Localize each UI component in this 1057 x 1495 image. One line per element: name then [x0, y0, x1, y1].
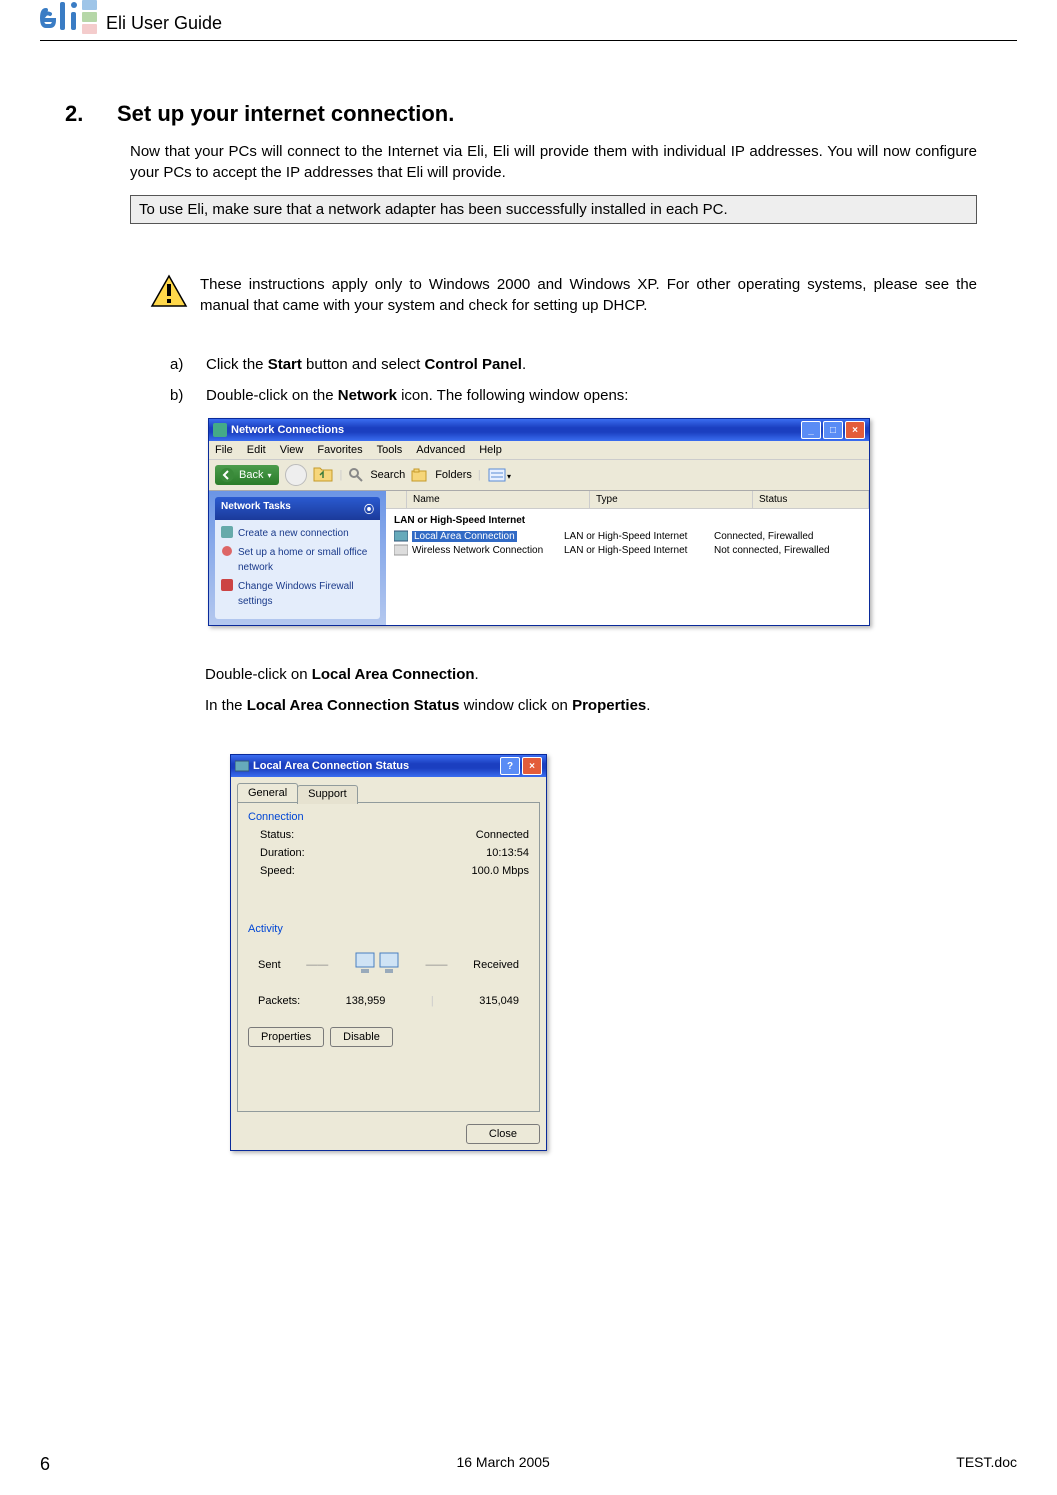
back-button[interactable]: Back ▾	[215, 465, 279, 485]
col-status[interactable]: Status	[753, 491, 869, 508]
post-text-2: In the Local Area Connection Status wind…	[205, 697, 1017, 714]
tab-general[interactable]: General	[237, 783, 298, 802]
activity-group-label: Activity	[248, 923, 529, 935]
close-button[interactable]: ×	[845, 421, 865, 439]
screenshot-lac-status: Local Area Connection Status ? × General…	[230, 754, 1017, 1151]
activity-computers-icon	[354, 947, 400, 983]
screenshot-network-connections: Network Connections _ □ × File Edit View…	[208, 418, 1017, 626]
lan-icon	[394, 530, 408, 542]
group-label: LAN or High-Speed Internet	[386, 509, 869, 530]
folders-button[interactable]: Folders	[435, 469, 472, 481]
doc-header: Eli User Guide	[40, 0, 1017, 41]
note-box: To use Eli, make sure that a network ada…	[130, 195, 977, 224]
connection-row[interactable]: Wireless Network Connection LAN or High-…	[394, 544, 861, 556]
warning-row: These instructions apply only to Windows…	[150, 274, 977, 316]
section-heading: 2. Set up your internet connection.	[65, 101, 1017, 127]
tasks-sidepane: Network Tasks ⦿ Create a new connection …	[209, 491, 386, 625]
sent-label: Sent	[258, 959, 281, 971]
tab-bar: General Support	[231, 777, 546, 802]
menu-edit[interactable]: Edit	[247, 444, 266, 456]
warning-text: These instructions apply only to Windows…	[200, 274, 977, 316]
menu-file[interactable]: File	[215, 444, 233, 456]
menu-tools[interactable]: Tools	[377, 444, 403, 456]
properties-button[interactable]: Properties	[248, 1027, 324, 1047]
minimize-button[interactable]: _	[801, 421, 821, 439]
packets-sent: 138,959	[346, 995, 386, 1007]
titlebar[interactable]: Network Connections _ □ ×	[209, 419, 869, 441]
post-text-1: Double-click on Local Area Connection.	[205, 666, 1017, 683]
dialog-body: Connection Status: Connected Duration: 10:…	[237, 802, 540, 1112]
received-label: Received	[473, 959, 519, 971]
footer-filename: TEST.doc	[956, 1454, 1017, 1475]
menu-help[interactable]: Help	[479, 444, 502, 456]
step-a: a) Click the Start button and select Con…	[170, 356, 977, 373]
step-letter: b)	[170, 387, 206, 404]
up-button[interactable]	[313, 465, 333, 486]
col-name[interactable]: Name	[407, 491, 590, 508]
menubar: File Edit View Favorites Tools Advanced …	[209, 441, 869, 460]
disable-button[interactable]: Disable	[330, 1027, 393, 1047]
toolbar: Back ▾ | Search Folders | ▾	[209, 460, 869, 491]
page-number: 6	[40, 1454, 50, 1475]
dialog-title: Local Area Connection Status	[253, 760, 409, 772]
task-create-connection[interactable]: Create a new connection	[221, 526, 374, 541]
column-headers: Name Type Status	[386, 491, 869, 509]
collapse-icon: ⦿	[364, 501, 374, 516]
close-dialog-button[interactable]: Close	[466, 1124, 540, 1144]
dialog-icon	[235, 759, 249, 773]
help-button[interactable]: ?	[500, 757, 520, 775]
wifi-icon	[394, 544, 408, 556]
warning-icon	[150, 274, 188, 316]
duration-value: 10:13:54	[486, 847, 529, 859]
tab-support[interactable]: Support	[297, 785, 358, 804]
section-title: Set up your internet connection.	[117, 101, 454, 127]
up-folder-icon	[313, 465, 333, 483]
svg-text:▾: ▾	[507, 472, 511, 481]
task-firewall-settings[interactable]: Change Windows Firewall settings	[221, 579, 374, 609]
search-button[interactable]: Search	[370, 469, 405, 481]
menu-view[interactable]: View	[280, 444, 304, 456]
status-label: Status:	[260, 829, 294, 841]
folders-icon	[411, 467, 429, 483]
window-icon	[213, 423, 227, 437]
sidepane-header[interactable]: Network Tasks ⦿	[215, 497, 380, 520]
menu-advanced[interactable]: Advanced	[416, 444, 465, 456]
connection-row[interactable]: Local Area Connection LAN or High-Speed …	[394, 530, 861, 542]
speed-label: Speed:	[260, 865, 295, 877]
speed-value: 100.0 Mbps	[472, 865, 529, 877]
menu-favorites[interactable]: Favorites	[317, 444, 362, 456]
step-body: Click the Start button and select Contro…	[206, 356, 977, 373]
window-title: Network Connections	[231, 424, 344, 436]
page-footer: 6 16 March 2005 TEST.doc	[40, 1454, 1017, 1475]
eli-logo	[40, 0, 98, 36]
doc-title: Eli User Guide	[106, 13, 222, 34]
dialog-titlebar[interactable]: Local Area Connection Status ? ×	[231, 755, 546, 777]
section-number: 2.	[65, 101, 117, 127]
task-setup-network[interactable]: Set up a home or small office network	[221, 545, 374, 575]
intro-paragraph: Now that your PCs will connect to the In…	[130, 141, 977, 183]
packets-received: 315,049	[479, 995, 519, 1007]
forward-button[interactable]	[285, 464, 307, 486]
network-connections-window: Network Connections _ □ × File Edit View…	[208, 418, 870, 626]
duration-label: Duration:	[260, 847, 305, 859]
lac-status-dialog: Local Area Connection Status ? × General…	[230, 754, 547, 1151]
footer-date: 16 March 2005	[456, 1454, 549, 1475]
search-icon	[348, 467, 364, 483]
close-button[interactable]: ×	[522, 757, 542, 775]
connection-group-label: Connection	[248, 811, 529, 823]
views-button[interactable]: ▾	[487, 466, 513, 484]
maximize-button[interactable]: □	[823, 421, 843, 439]
col-type[interactable]: Type	[590, 491, 753, 508]
connections-list: Name Type Status LAN or High-Speed Inter…	[386, 491, 869, 625]
step-b: b) Double-click on the Network icon. The…	[170, 387, 977, 404]
status-value: Connected	[476, 829, 529, 841]
step-letter: a)	[170, 356, 206, 373]
packets-label: Packets:	[258, 995, 300, 1007]
back-arrow-icon	[219, 467, 235, 483]
step-body: Double-click on the Network icon. The fo…	[206, 387, 977, 404]
